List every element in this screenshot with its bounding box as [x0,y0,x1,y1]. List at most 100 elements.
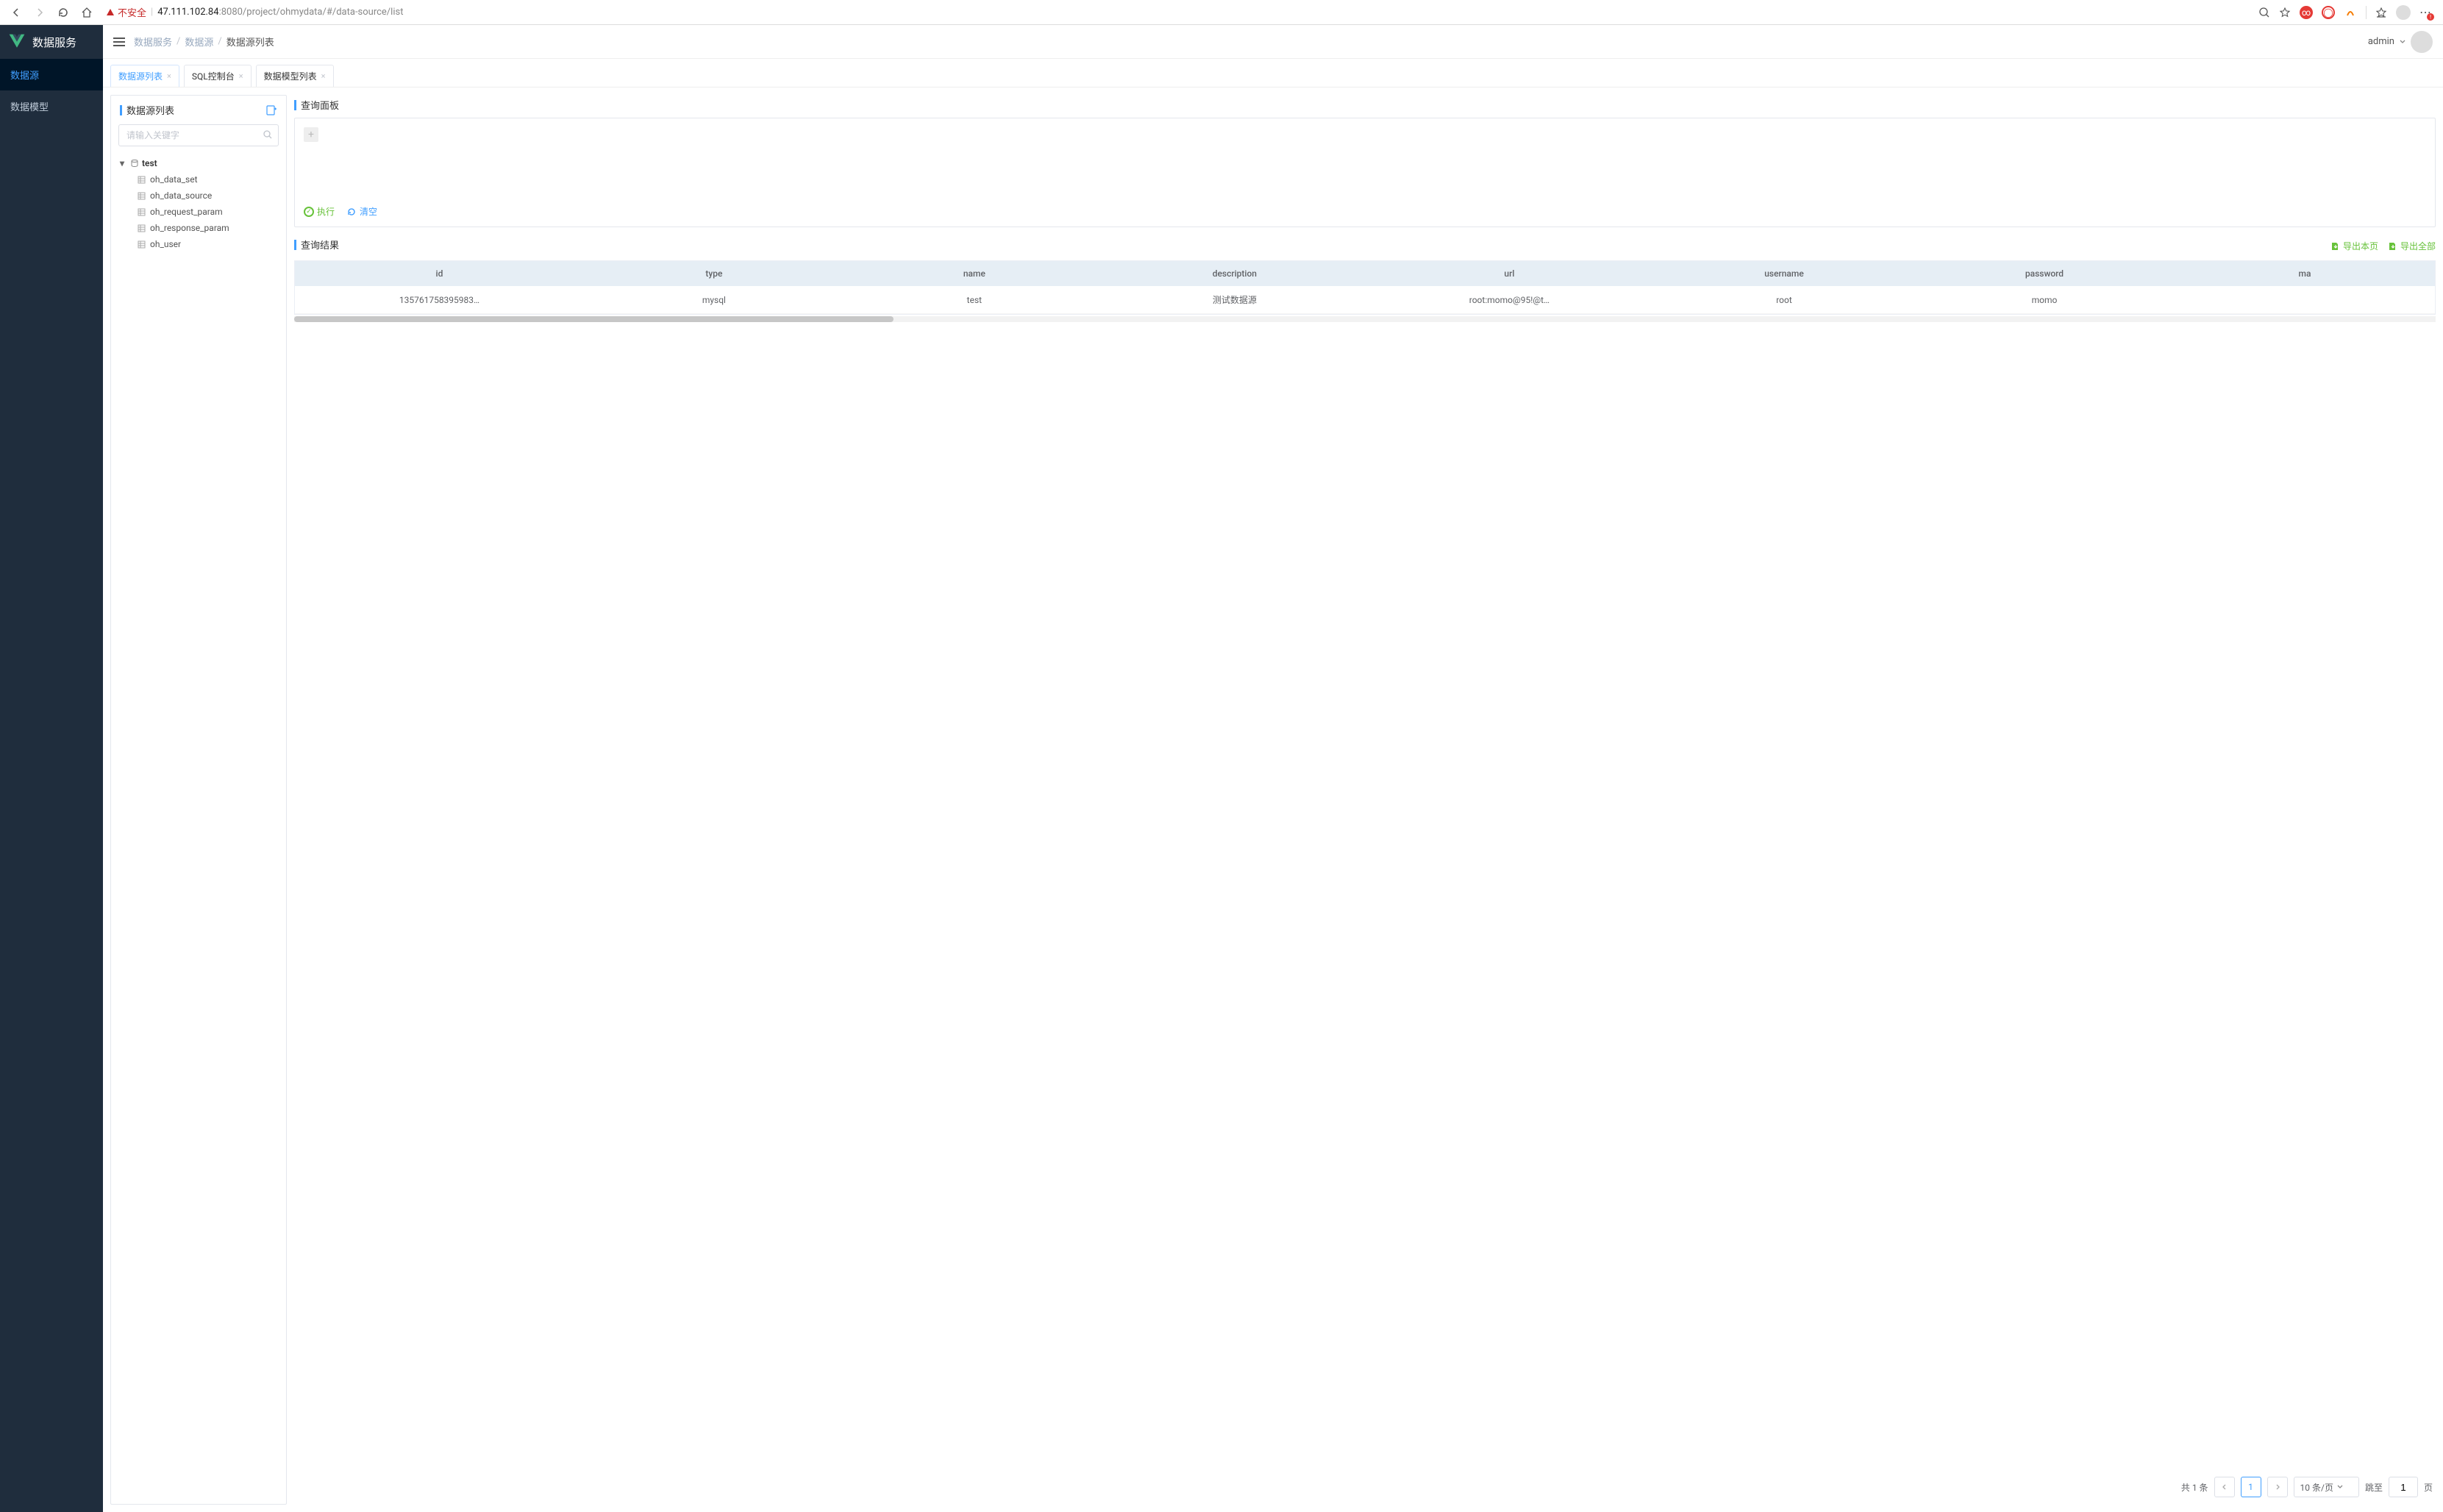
table-icon [138,208,146,216]
tree-root-node[interactable]: ▾ test [118,155,279,171]
back-button[interactable] [6,2,26,23]
cell-password: momo [1914,286,2175,314]
export-all-button[interactable]: 导出全部 [2387,240,2436,252]
export-icon [2330,241,2340,252]
close-icon[interactable]: × [321,71,326,81]
page-size-select[interactable]: 10 条/页 [2294,1477,2359,1497]
table-icon [138,240,146,249]
user-avatar [2411,31,2433,53]
export-all-label: 导出全部 [2400,240,2436,252]
page-number: 1 [2248,1482,2253,1492]
breadcrumb-item[interactable]: 数据源 [185,35,213,49]
query-panel: + ✓ 执行 清空 [294,118,2436,227]
url-path: :8080/project/ohmydata/#/data-source/lis… [219,7,404,18]
sidebar-item-datamodel[interactable]: 数据模型 [0,90,103,122]
favorite-icon[interactable] [2279,7,2291,18]
refresh-button[interactable] [53,2,74,23]
cell-extra [2175,286,2435,314]
section-marker [294,240,296,250]
menu-toggle-icon[interactable] [113,38,125,46]
close-icon[interactable]: × [167,71,171,81]
tree-table-node[interactable]: oh_data_set [118,171,279,188]
execute-label: 执行 [317,205,335,218]
add-datasource-icon[interactable] [265,104,277,116]
cell-name: test [844,286,1105,314]
browser-actions: ∞ ◯ ⋯ ! [2253,5,2437,20]
address-bar[interactable]: 不安全 | 47.111.102.84:8080/project/ohmydat… [100,3,2250,22]
zoom-icon[interactable] [2258,7,2270,18]
execute-button[interactable]: ✓ 执行 [304,205,335,218]
add-condition-button[interactable]: + [304,127,318,142]
tree-table-node[interactable]: oh_user [118,236,279,252]
app-title: 数据服务 [32,35,76,50]
url-host: 47.111.102.84 [157,7,218,18]
tree-child-label: oh_user [150,239,181,249]
home-button[interactable] [76,2,97,23]
page-number-button[interactable]: 1 [2241,1477,2261,1497]
topbar: 数据服务 / 数据源 / 数据源列表 admin [103,25,2443,59]
extension-icon-2[interactable]: ◯ [2322,6,2335,19]
tree-table-node[interactable]: oh_response_param [118,220,279,236]
user-menu[interactable]: admin [2368,31,2433,53]
col-username[interactable]: username [1654,261,1914,286]
browser-menu-icon[interactable]: ⋯ ! [2419,5,2431,19]
tab-datamodel-list[interactable]: 数据模型列表 × [256,65,334,87]
jump-label: 跳至 [2365,1481,2383,1494]
table-row[interactable]: 135761758395983… mysql test 测试数据源 root:m… [295,286,2435,314]
breadcrumb-current: 数据源列表 [227,35,274,49]
clear-button[interactable]: 清空 [346,205,377,218]
col-extra[interactable]: ma [2175,261,2435,286]
insecure-label: 不安全 [118,5,146,19]
tree-search-input[interactable] [118,124,279,146]
scrollbar-thumb[interactable] [294,316,894,322]
jump-page-input[interactable] [2389,1477,2418,1497]
close-icon[interactable]: × [239,71,243,81]
tree-table-node[interactable]: oh_request_param [118,204,279,220]
insecure-badge: 不安全 [106,5,146,19]
page-size-label: 10 条/页 [2300,1481,2333,1494]
database-icon [130,159,139,168]
export-page-button[interactable]: 导出本页 [2330,240,2378,252]
col-id[interactable]: id [295,261,584,286]
page-suffix: 页 [2424,1481,2433,1494]
horizontal-scrollbar[interactable] [294,316,2436,322]
tab-bar: 数据源列表 × SQL控制台 × 数据模型列表 × [103,59,2443,88]
tab-sql-console[interactable]: SQL控制台 × [184,65,252,87]
pagination: 共 1 条 1 10 条/页 跳至 [294,1466,2436,1505]
section-marker [120,105,122,115]
user-name: admin [2368,36,2394,47]
extension-icon-3[interactable] [2344,6,2357,19]
total-count: 共 1 条 [2181,1481,2208,1494]
col-url[interactable]: url [1365,261,1654,286]
tab-datasource-list[interactable]: 数据源列表 × [110,65,179,87]
table-icon [138,176,146,184]
cell-id: 135761758395983… [295,286,584,314]
addr-separator: | [151,7,153,18]
tree-child-label: oh_data_source [150,190,212,201]
breadcrumb-sep: / [176,36,180,47]
col-description[interactable]: description [1105,261,1365,286]
sidebar-item-datasource[interactable]: 数据源 [0,59,103,90]
col-password[interactable]: password [1914,261,2175,286]
app-logo[interactable]: 数据服务 [0,25,103,59]
prev-page-button[interactable] [2214,1477,2235,1497]
query-editor-area[interactable]: + [304,127,2426,201]
profile-icon[interactable] [2396,5,2411,20]
favorites-menu-icon[interactable] [2375,7,2387,18]
table-icon [138,192,146,200]
cell-type: mysql [584,286,844,314]
breadcrumb-sep: / [218,36,221,47]
extension-icon-1[interactable]: ∞ [2300,6,2313,19]
col-name[interactable]: name [844,261,1105,286]
tree-table-node[interactable]: oh_data_source [118,188,279,204]
breadcrumb-item[interactable]: 数据服务 [134,35,172,49]
app-sidebar: 数据服务 数据源 数据模型 [0,25,103,1512]
col-type[interactable]: type [584,261,844,286]
table-icon [138,224,146,232]
datasource-tree: ▾ test oh_data_set oh_data_source [111,152,286,260]
forward-button[interactable] [29,2,50,23]
next-page-button[interactable] [2267,1477,2288,1497]
ext-separator [2366,6,2367,19]
datasource-tree-panel: 数据源列表 ▾ [110,95,287,1505]
cell-username: root [1654,286,1914,314]
